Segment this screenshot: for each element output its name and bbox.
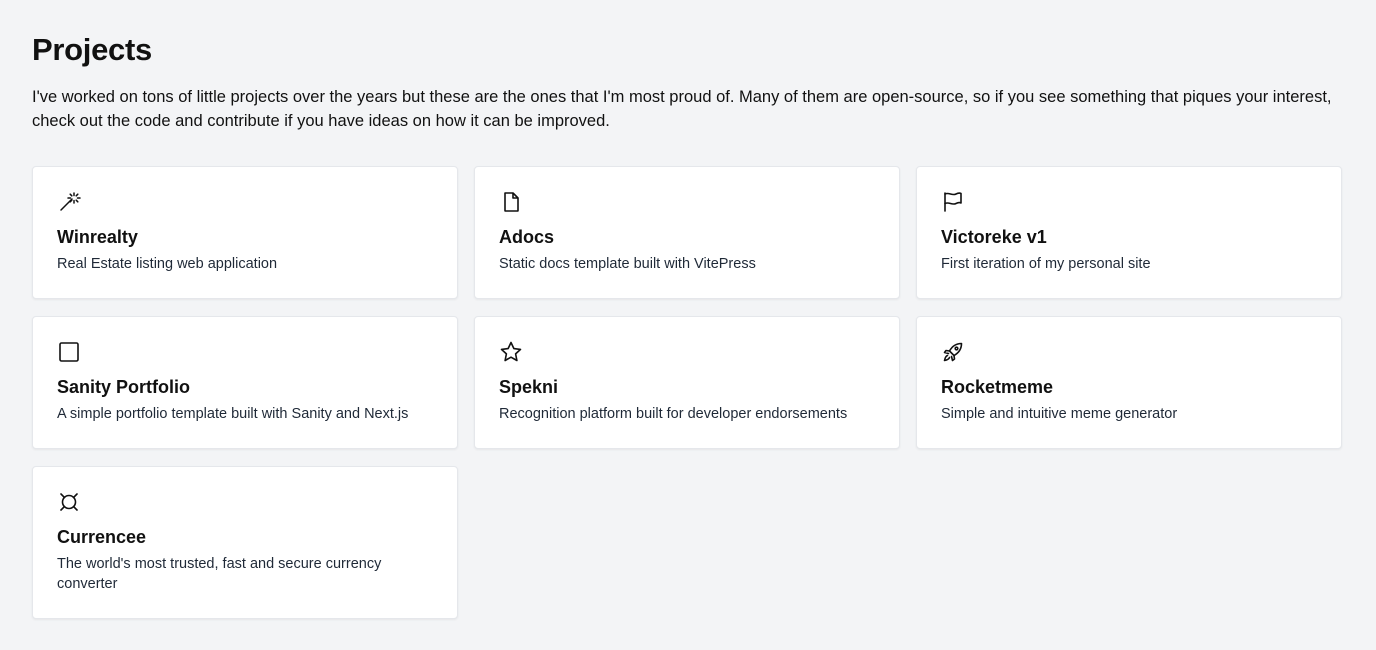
flag-icon	[941, 190, 965, 214]
project-description: Simple and intuitive meme generator	[941, 406, 1178, 422]
project-card-winrealty[interactable]: Winrealty Real Estate listing web applic…	[32, 166, 458, 299]
project-card-rocketmeme[interactable]: Rocketmeme Simple and intuitive meme gen…	[916, 316, 1342, 449]
page-intro: I've worked on tons of little projects o…	[32, 88, 1332, 130]
file-icon	[499, 190, 523, 214]
project-title: Adocs	[499, 227, 555, 247]
projects-grid: Winrealty Real Estate listing web applic…	[32, 166, 1344, 619]
project-card-adocs[interactable]: Adocs Static docs template built with Vi…	[474, 166, 900, 299]
project-title: Spekni	[499, 377, 559, 397]
square-icon	[57, 340, 81, 364]
page-title: Projects	[32, 32, 152, 67]
project-title: Winrealty	[57, 227, 138, 247]
project-description: Recognition platform built for developer…	[499, 406, 848, 422]
project-description: Static docs template built with VitePres…	[499, 256, 756, 272]
project-card-victoreke-v1[interactable]: Victoreke v1 First iteration of my perso…	[916, 166, 1342, 299]
magic-wand-icon	[57, 190, 81, 214]
project-description: The world's most trusted, fast and secur…	[57, 556, 382, 592]
project-title: Sanity Portfolio	[57, 377, 191, 397]
project-title: Rocketmeme	[941, 377, 1054, 397]
star-icon	[499, 340, 523, 364]
project-card-spekni[interactable]: Spekni Recognition platform built for de…	[474, 316, 900, 449]
projects-page: Projects I've worked on tons of little p…	[0, 0, 1376, 650]
currency-icon	[57, 490, 81, 514]
project-title: Currencee	[57, 527, 147, 547]
rocket-icon	[941, 340, 965, 364]
project-card-currencee[interactable]: Currencee The world's most trusted, fast…	[32, 466, 458, 619]
project-description: Real Estate listing web application	[57, 256, 278, 272]
project-title: Victoreke v1	[941, 227, 1047, 247]
project-card-sanity-portfolio[interactable]: Sanity Portfolio A simple portfolio temp…	[32, 316, 458, 449]
project-description: A simple portfolio template built with S…	[57, 406, 409, 422]
project-description: First iteration of my personal site	[941, 256, 1151, 272]
